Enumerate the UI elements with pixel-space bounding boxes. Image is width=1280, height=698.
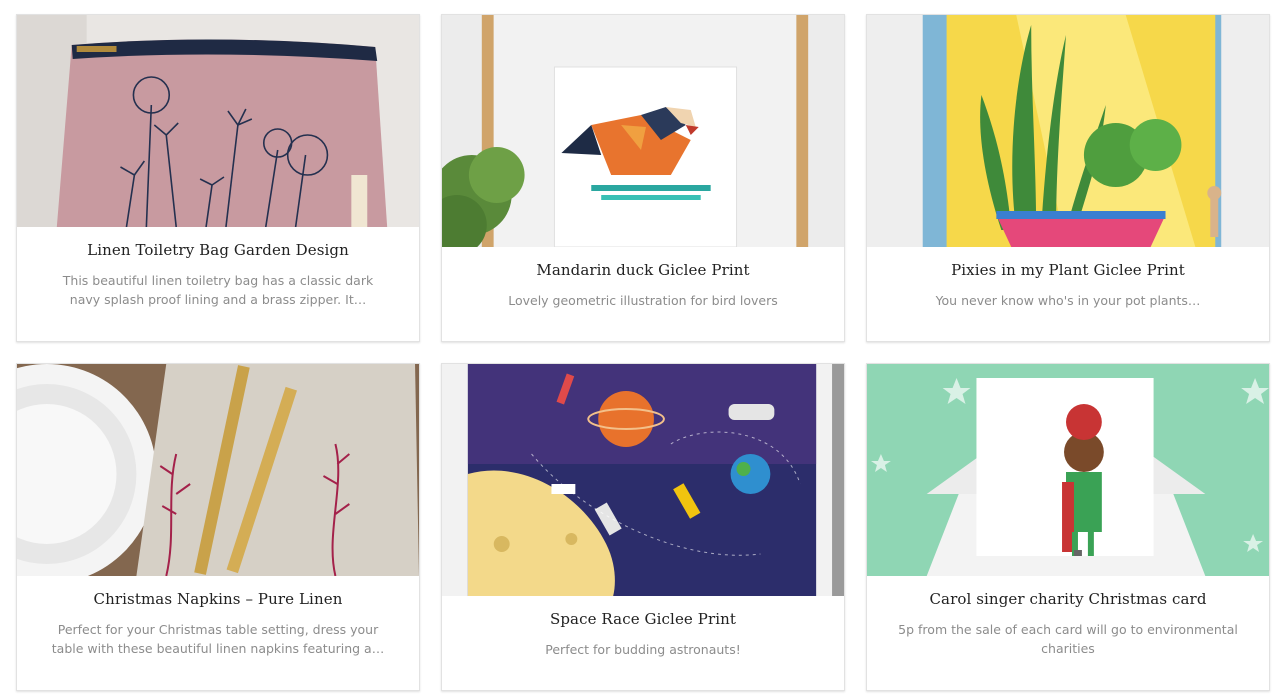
product-title[interactable]: Space Race Giclee Print <box>442 610 844 628</box>
product-card[interactable]: Carol singer charity Christmas card 5p f… <box>866 363 1270 691</box>
product-description: Perfect for budding astronauts! <box>545 642 741 657</box>
product-image[interactable] <box>867 15 1269 247</box>
product-image[interactable] <box>442 15 844 247</box>
product-card[interactable]: Christmas Napkins – Pure Linen Perfect f… <box>16 363 420 691</box>
product-description: You never know who's in your pot plants… <box>935 293 1201 308</box>
product-card[interactable]: Pixies in my Plant Giclee Print You neve… <box>866 14 1270 342</box>
product-title[interactable]: Carol singer charity Christmas card <box>867 590 1269 608</box>
product-description: This beautiful linen toiletry bag has a … <box>62 273 374 307</box>
product-description: Perfect for your Christmas table setting… <box>51 622 385 656</box>
product-card[interactable]: Mandarin duck Giclee Print Lovely geomet… <box>441 14 845 342</box>
product-description: Lovely geometric illustration for bird l… <box>508 293 778 308</box>
product-description: 5p from the sale of each card will go to… <box>898 622 1238 656</box>
product-card[interactable]: Space Race Giclee Print Perfect for budd… <box>441 363 845 691</box>
product-title[interactable]: Mandarin duck Giclee Print <box>442 261 844 279</box>
product-image[interactable] <box>867 364 1269 576</box>
product-title[interactable]: Christmas Napkins – Pure Linen <box>17 590 419 608</box>
product-image[interactable] <box>442 364 844 596</box>
product-card[interactable]: Linen Toiletry Bag Garden Design This be… <box>16 14 420 342</box>
product-image[interactable] <box>17 15 419 227</box>
product-image[interactable] <box>17 364 419 576</box>
product-title[interactable]: Linen Toiletry Bag Garden Design <box>17 241 419 259</box>
product-title[interactable]: Pixies in my Plant Giclee Print <box>867 261 1269 279</box>
